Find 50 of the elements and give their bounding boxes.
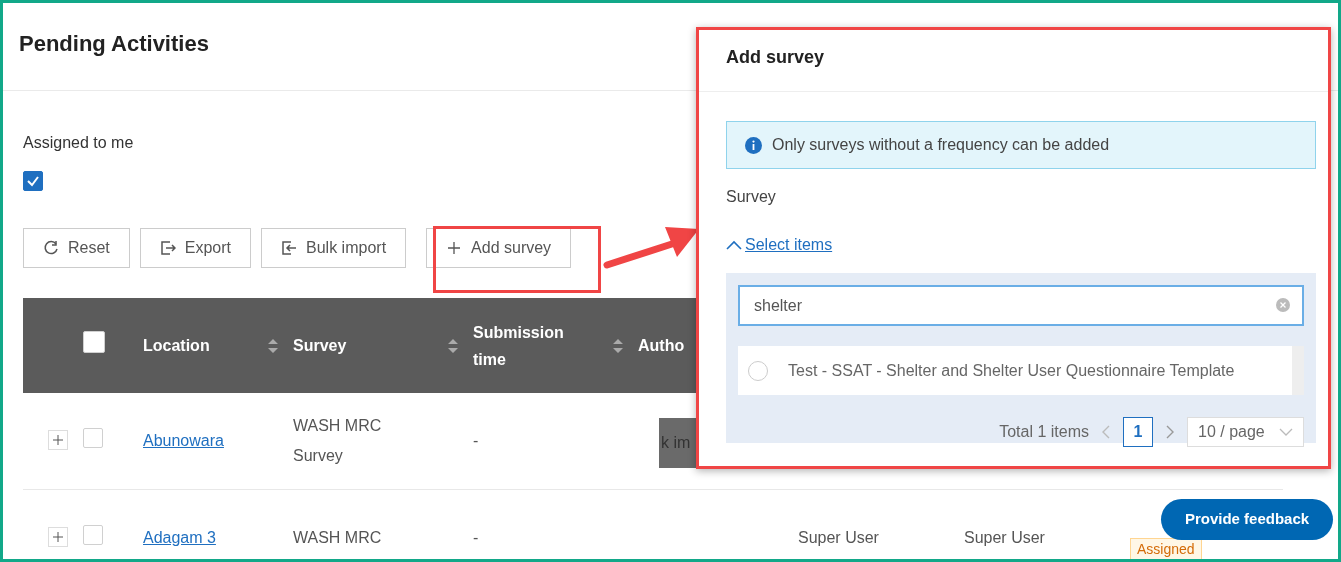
toolbar-button[interactable]: Add survey <box>426 228 572 268</box>
plus-icon <box>52 531 64 543</box>
reset-icon <box>43 240 59 256</box>
export-icon <box>159 240 176 256</box>
panel-title: Add survey <box>699 30 1328 92</box>
table-cell-text: WASH MRC <box>293 528 383 548</box>
prev-icon <box>1101 425 1111 439</box>
total-count: Total 1 items <box>999 422 1089 442</box>
table-cell-text: WASH MRC Survey <box>293 416 383 466</box>
table-cell: - <box>473 432 479 449</box>
page-button[interactable]: 1 <box>1123 417 1153 447</box>
toolbar-button[interactable]: Bulk import <box>261 228 407 268</box>
clear-icon <box>1276 298 1290 312</box>
expand-button[interactable] <box>48 527 68 547</box>
field-label: Survey <box>726 187 777 207</box>
row-checkbox[interactable] <box>83 524 103 545</box>
assigned-checkbox[interactable] <box>23 171 43 191</box>
status-tag: Assigned <box>1130 537 1202 559</box>
scrollbar[interactable] <box>1292 346 1304 395</box>
table-cell: Super User <box>798 529 879 546</box>
location-link[interactable]: Abunowara <box>143 432 224 449</box>
column-header[interactable]: Survey <box>293 332 347 359</box>
filter-label: Assigned to me <box>23 134 134 151</box>
next-icon <box>1165 425 1175 439</box>
table-cell: Super User <box>964 529 1045 546</box>
feedback-button[interactable]: Provide feedback <box>1161 499 1333 540</box>
select-toggle[interactable]: Select items <box>726 233 1328 257</box>
location-link[interactable]: Adagam 3 <box>143 529 216 546</box>
page-title: Pending Activities <box>19 31 209 58</box>
column-header[interactable]: Submission time <box>473 318 573 373</box>
plus-icon <box>446 240 463 256</box>
import-icon <box>281 240 298 256</box>
toolbar-button[interactable]: Export <box>139 228 252 268</box>
caret-icon <box>726 240 742 250</box>
column-header[interactable]: Location <box>143 332 210 359</box>
column-header[interactable]: Autho <box>638 332 685 359</box>
radio-button[interactable] <box>748 360 768 381</box>
option-label: Test - SSAT - Shelter and Shelter User Questionnaire Template <box>788 360 1235 381</box>
expand-button[interactable] <box>48 430 68 450</box>
search-field[interactable]: shelter <box>738 285 1304 326</box>
info-text: Only surveys without a frequency can be added <box>772 135 1110 155</box>
chevron-down-icon <box>1279 428 1293 436</box>
plus-icon <box>52 434 64 446</box>
row-checkbox[interactable] <box>83 427 103 448</box>
table-cell: - <box>473 529 479 546</box>
select-all-checkbox[interactable] <box>83 331 105 353</box>
toolbar-button[interactable]: Reset <box>23 228 130 268</box>
option-item[interactable]: Test - SSAT - Shelter and Shelter User Questionnaire Template <box>738 346 1304 395</box>
page-size-select[interactable]: 10 / page <box>1187 417 1304 447</box>
info-icon <box>745 136 762 154</box>
